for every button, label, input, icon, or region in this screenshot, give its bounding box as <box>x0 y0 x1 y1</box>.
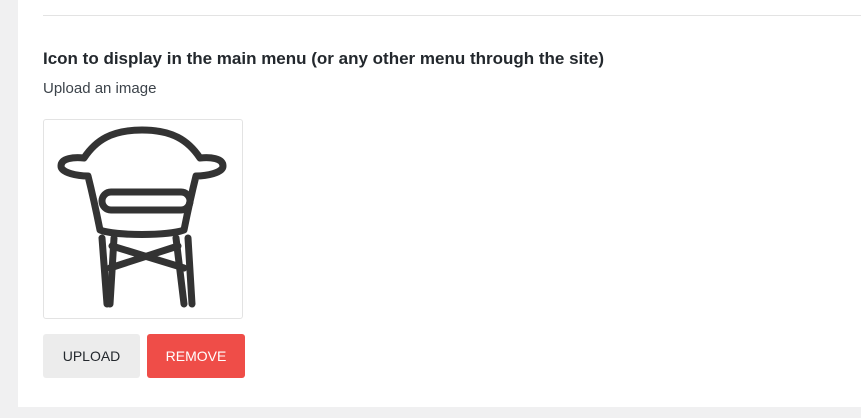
field-subtitle: Upload an image <box>43 80 157 97</box>
chair-icon <box>57 126 227 308</box>
settings-panel: Icon to display in the main menu (or any… <box>18 0 861 407</box>
remove-button[interactable]: REMOVE <box>147 334 245 378</box>
upload-button[interactable]: UPLOAD <box>43 334 140 378</box>
field-title: Icon to display in the main menu (or any… <box>43 49 605 68</box>
image-preview <box>43 119 243 319</box>
section-divider <box>43 15 861 16</box>
